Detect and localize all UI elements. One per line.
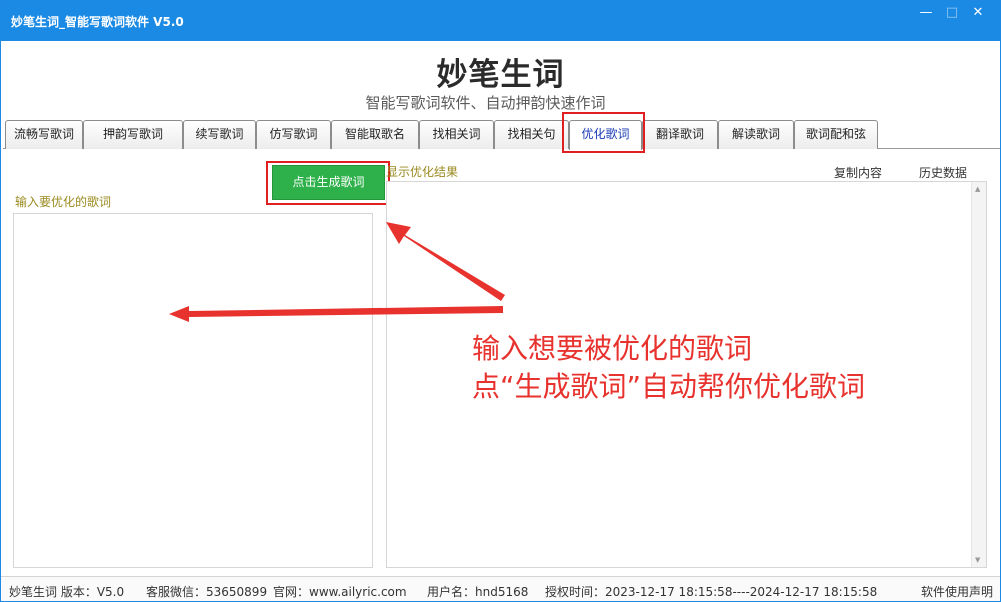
tab-interpret-lyrics[interactable]: 解读歌词 — [718, 120, 794, 149]
status-bar: 妙笔生词 版本：V5.0 客服微信：53650899 官网：www.ailyri… — [1, 576, 1000, 601]
app-title: 妙笔生词 — [436, 57, 565, 93]
result-scrollbar[interactable]: ▲ ▼ — [971, 182, 986, 567]
tab-chords[interactable]: 歌词配和弦 — [794, 120, 878, 149]
status-license-time: 授权时间：2023-12-17 18:15:58----2024-12-17 1… — [545, 585, 878, 599]
status-version: 妙笔生词 版本：V5.0 — [9, 585, 125, 599]
tab-related-words[interactable]: 找相关词 — [419, 120, 494, 149]
window-title: 妙笔生词_智能写歌词软件 V5.0 — [11, 15, 184, 29]
tab-translate-lyrics[interactable]: 翻译歌词 — [642, 120, 718, 149]
tab-highlight-box — [562, 112, 645, 153]
tab-continue-lyrics[interactable]: 续写歌词 — [183, 120, 256, 149]
annotation-text-line2: 点“生成歌词”自动帮你优化歌词 — [472, 370, 866, 403]
app-window: 妙笔生词_智能写歌词软件 V5.0 — □ ✕ 妙笔生词 智能写歌词软件、自动押… — [0, 0, 1001, 602]
lyrics-input[interactable] — [13, 213, 373, 568]
maximize-icon[interactable]: □ — [941, 5, 963, 21]
tab-fluent-lyrics[interactable]: 流畅写歌词 — [5, 120, 83, 149]
scroll-up-icon[interactable]: ▲ — [975, 185, 980, 193]
tab-bar: 流畅写歌词 押韵写歌词 续写歌词 仿写歌词 智能取歌名 找相关词 找相关句 优化… — [3, 118, 1000, 150]
disclaimer-link[interactable]: 软件使用声明 — [921, 583, 993, 600]
button-highlight-box — [266, 161, 390, 205]
app-subtitle: 智能写歌词软件、自动押韵快速作词 — [365, 94, 606, 112]
input-label: 输入要优化的歌词 — [15, 195, 112, 209]
close-icon[interactable]: ✕ — [967, 5, 989, 21]
title-bar: 妙笔生词_智能写歌词软件 V5.0 — □ ✕ — [1, 1, 1000, 41]
tab-rhyme-lyrics[interactable]: 押韵写歌词 — [83, 120, 183, 149]
tab-imitate-lyrics[interactable]: 仿写歌词 — [256, 120, 331, 149]
tab-related-sentences[interactable]: 找相关句 — [494, 120, 569, 149]
scroll-down-icon[interactable]: ▼ — [975, 556, 980, 564]
minimize-icon[interactable]: — — [915, 5, 937, 21]
status-wechat: 客服微信：53650899 — [146, 585, 268, 599]
result-label: 显示优化结果 — [386, 165, 459, 179]
history-data-link[interactable]: 历史数据 — [919, 164, 967, 181]
copy-content-link[interactable]: 复制内容 — [834, 164, 882, 181]
status-username: 用户名：hnd5168 — [427, 585, 529, 599]
tab-song-name[interactable]: 智能取歌名 — [331, 120, 419, 149]
status-website[interactable]: 官网：www.ailyric.com — [273, 583, 407, 600]
annotation-text-line1: 输入想要被优化的歌词 — [472, 332, 753, 365]
